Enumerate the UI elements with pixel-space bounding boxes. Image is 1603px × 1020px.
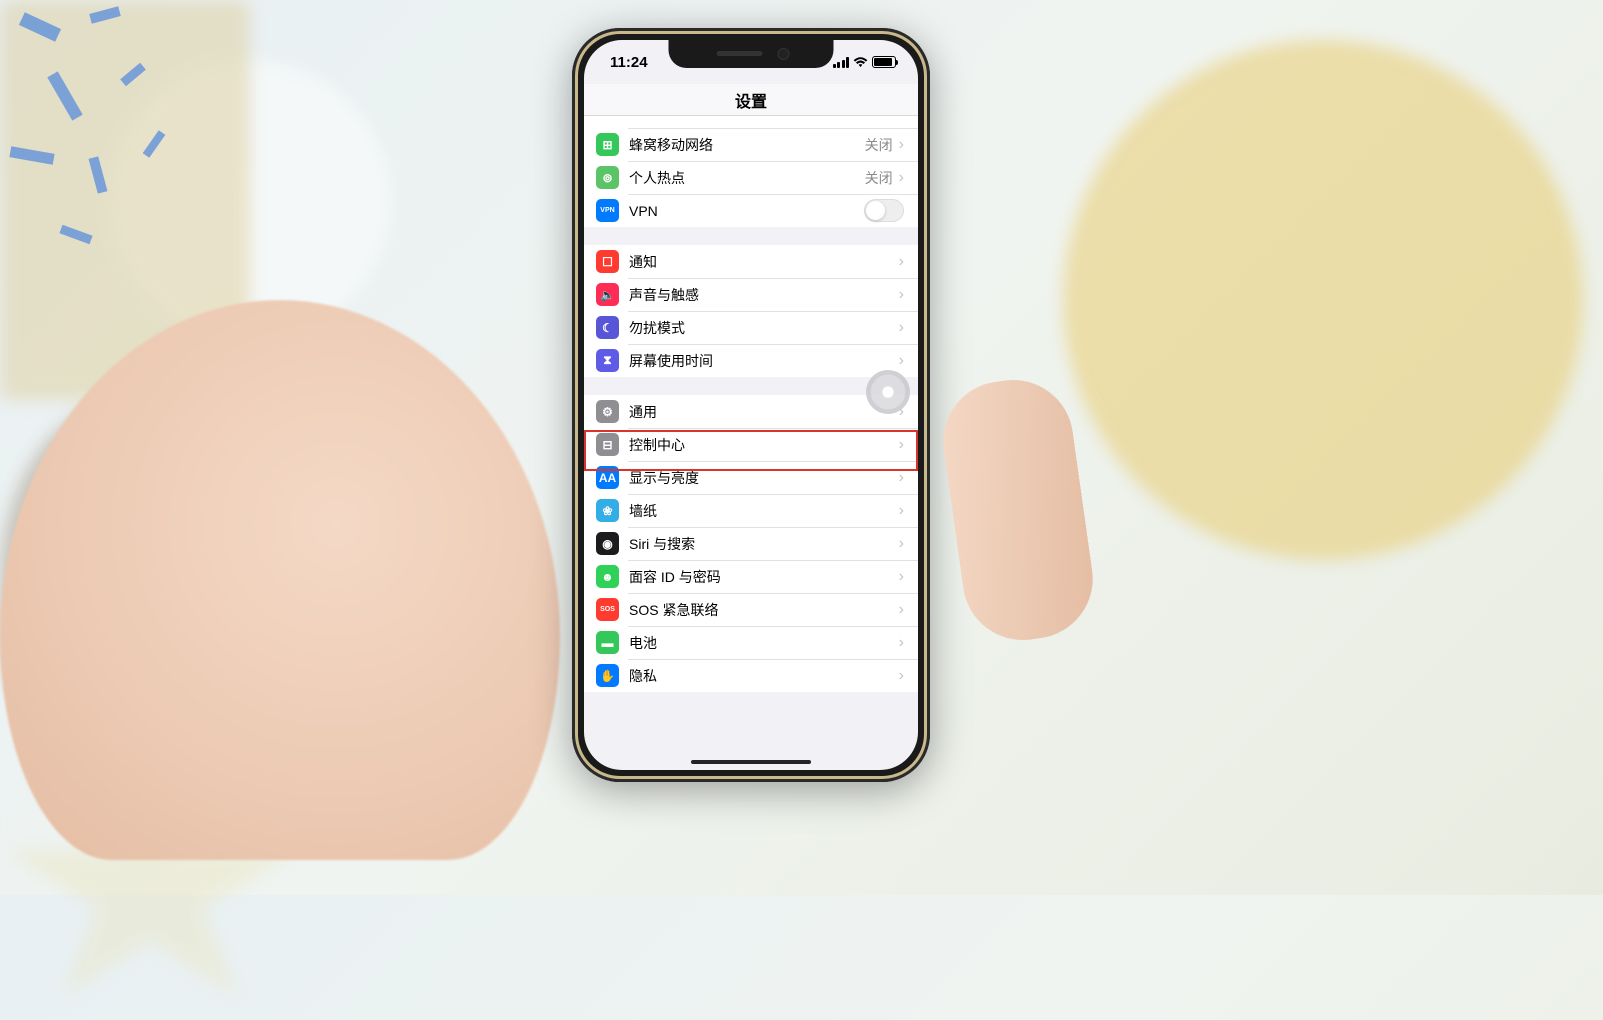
row-label: 墙纸: [629, 501, 899, 521]
battery-icon: [872, 56, 896, 68]
row-label: 通知: [629, 252, 899, 272]
settings-row-hotspot[interactable]: ⊚ 个人热点关闭 ›: [584, 161, 918, 194]
row-label: VPN: [629, 203, 864, 219]
general-icon: ⚙: [596, 400, 619, 423]
chevron-right-icon: ›: [899, 470, 904, 486]
settings-row-display[interactable]: AA 显示与亮度›: [584, 461, 918, 494]
settings-row-control-center[interactable]: ⊟ 控制中心›: [584, 428, 918, 461]
row-label: 电池: [629, 633, 899, 653]
settings-row-vpn[interactable]: VPN VPN: [584, 194, 918, 227]
page-title: 设置: [584, 84, 918, 116]
toggle-switch[interactable]: [864, 199, 904, 222]
row-value: 关闭: [865, 168, 893, 188]
settings-row-sounds[interactable]: 🔈 声音与触感›: [584, 278, 918, 311]
home-indicator[interactable]: [691, 760, 811, 764]
settings-row-faceid[interactable]: ☻ 面容 ID 与密码›: [584, 560, 918, 593]
display-icon: AA: [596, 466, 619, 489]
chevron-right-icon: ›: [899, 602, 904, 618]
sounds-icon: 🔈: [596, 283, 619, 306]
decorative-shards: [0, 0, 260, 260]
chevron-right-icon: ›: [899, 320, 904, 336]
chevron-right-icon: ›: [899, 353, 904, 369]
control-center-icon: ⊟: [596, 433, 619, 456]
chevron-right-icon: ›: [899, 503, 904, 519]
settings-row-battery[interactable]: ▬ 电池›: [584, 626, 918, 659]
row-label: 控制中心: [629, 435, 899, 455]
settings-row-sos[interactable]: SOS SOS 紧急联络›: [584, 593, 918, 626]
settings-row-privacy[interactable]: ✋ 隐私›: [584, 659, 918, 692]
settings-row-dnd[interactable]: ☾ 勿扰模式›: [584, 311, 918, 344]
assistive-touch-button[interactable]: [866, 370, 910, 414]
row-label: 通用: [629, 402, 899, 422]
partial-row[interactable]: [584, 116, 918, 128]
row-label: SOS 紧急联络: [629, 600, 899, 620]
settings-row-screentime[interactable]: ⧗ 屏幕使用时间›: [584, 344, 918, 377]
chevron-right-icon: ›: [899, 287, 904, 303]
wifi-icon: [853, 57, 868, 68]
row-label: 显示与亮度: [629, 468, 899, 488]
screentime-icon: ⧗: [596, 349, 619, 372]
siri-icon: ◉: [596, 532, 619, 555]
faceid-icon: ☻: [596, 565, 619, 588]
chevron-right-icon: ›: [899, 254, 904, 270]
settings-row-siri[interactable]: ◉ Siri 与搜索›: [584, 527, 918, 560]
row-label: Siri 与搜索: [629, 534, 899, 554]
cellular-icon: ⊞: [596, 133, 619, 156]
row-label: 蜂窝移动网络: [629, 135, 865, 155]
chevron-right-icon: ›: [899, 635, 904, 651]
battery-icon: ▬: [596, 631, 619, 654]
notch: [669, 40, 834, 68]
settings-row-notifications[interactable]: ☐ 通知›: [584, 245, 918, 278]
chevron-right-icon: ›: [899, 137, 904, 153]
privacy-icon: ✋: [596, 664, 619, 687]
chevron-right-icon: ›: [899, 170, 904, 186]
wallpaper-icon: ❀: [596, 499, 619, 522]
chevron-right-icon: ›: [899, 668, 904, 684]
hotspot-icon: ⊚: [596, 166, 619, 189]
status-time: 11:24: [610, 54, 648, 71]
iphone-device: 11:24 设置 ⊞蜂窝移动网络关闭›⊚个人热点关闭›VPNVPN☐通知›🔈声音…: [572, 28, 930, 782]
settings-row-cellular[interactable]: ⊞ 蜂窝移动网络关闭 ›: [584, 128, 918, 161]
sos-icon: SOS: [596, 598, 619, 621]
vpn-icon: VPN: [596, 199, 619, 222]
chevron-right-icon: ›: [899, 536, 904, 552]
settings-row-wallpaper[interactable]: ❀ 墙纸›: [584, 494, 918, 527]
screen: 11:24 设置 ⊞蜂窝移动网络关闭›⊚个人热点关闭›VPNVPN☐通知›🔈声音…: [584, 40, 918, 770]
row-label: 隐私: [629, 666, 899, 686]
row-label: 勿扰模式: [629, 318, 899, 338]
row-label: 声音与触感: [629, 285, 899, 305]
dnd-icon: ☾: [596, 316, 619, 339]
row-label: 个人热点: [629, 168, 865, 188]
chevron-right-icon: ›: [899, 569, 904, 585]
row-value: 关闭: [865, 135, 893, 155]
settings-list[interactable]: ⊞蜂窝移动网络关闭›⊚个人热点关闭›VPNVPN☐通知›🔈声音与触感›☾勿扰模式…: [584, 116, 918, 692]
row-label: 屏幕使用时间: [629, 351, 899, 371]
notifications-icon: ☐: [596, 250, 619, 273]
chevron-right-icon: ›: [899, 437, 904, 453]
row-label: 面容 ID 与密码: [629, 567, 899, 587]
cellular-signal-icon: [833, 57, 850, 68]
